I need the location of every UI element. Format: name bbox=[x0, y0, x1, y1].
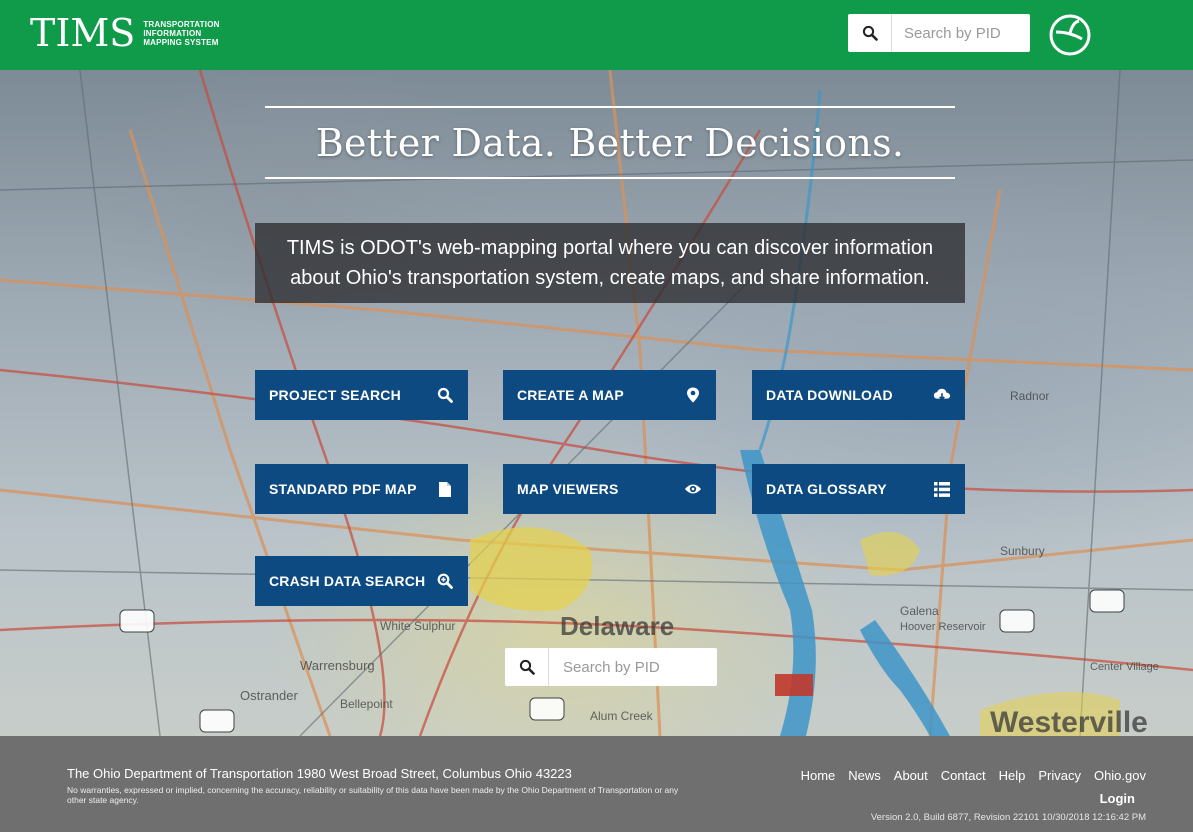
logo-subtitle: TRANSPORTATION INFORMATION MAPPING SYSTE… bbox=[143, 20, 219, 47]
crash-data-search-button[interactable]: CRASH DATA SEARCH bbox=[255, 556, 468, 606]
tagline-block: Better Data. Better Decisions. bbox=[265, 106, 955, 179]
intro-line: about Ohio's transportation system, crea… bbox=[290, 267, 930, 289]
intro-description: TIMS is ODOT's web-mapping portal where … bbox=[255, 223, 965, 303]
intro-line: TIMS is ODOT's web-mapping portal where … bbox=[286, 237, 934, 259]
tile-label: DATA DOWNLOAD bbox=[766, 387, 893, 403]
tile-label: DATA GLOSSARY bbox=[766, 481, 887, 497]
map-place-label: Delaware bbox=[560, 611, 674, 641]
map-place-label: Alum Creek bbox=[590, 709, 654, 723]
logo-sub-line: MAPPING SYSTEM bbox=[143, 37, 219, 47]
data-download-button[interactable]: DATA DOWNLOAD bbox=[752, 370, 965, 420]
map-place-label: Westerville bbox=[990, 706, 1148, 736]
map-place-label: White Sulphur bbox=[380, 619, 455, 633]
tile-label: STANDARD PDF MAP bbox=[269, 481, 417, 497]
footer-link-about[interactable]: About bbox=[894, 768, 928, 783]
top-header: TIMS TRANSPORTATION INFORMATION MAPPING … bbox=[0, 0, 1193, 70]
footer-link-news[interactable]: News bbox=[848, 768, 881, 783]
login-link[interactable]: Login bbox=[1100, 791, 1135, 806]
file-icon bbox=[436, 480, 454, 498]
tile-label: PROJECT SEARCH bbox=[269, 387, 401, 403]
map-place-label: Warrensburg bbox=[300, 658, 375, 673]
header-search-box bbox=[848, 14, 1030, 52]
hero-section: Delaware Warrensburg White Sulphur Ostra… bbox=[0, 70, 1193, 736]
map-place-label: Center Village bbox=[1090, 661, 1159, 673]
tile-label: CREATE A MAP bbox=[517, 387, 624, 403]
divider bbox=[265, 177, 955, 179]
map-place-label: Bellepoint bbox=[340, 697, 393, 711]
footer-link-privacy[interactable]: Privacy bbox=[1038, 768, 1081, 783]
header-pid-search-input[interactable] bbox=[892, 15, 1022, 51]
page-footer: The Ohio Department of Transportation 19… bbox=[0, 736, 1193, 832]
footer-info: The Ohio Department of Transportation 19… bbox=[67, 766, 707, 805]
footer-link-ohio-gov[interactable]: Ohio.gov bbox=[1094, 768, 1146, 783]
logo-sub-line: INFORMATION bbox=[143, 28, 202, 38]
footer-link-home[interactable]: Home bbox=[801, 768, 836, 783]
logo-sub-line: TRANSPORTATION bbox=[143, 19, 220, 29]
cloud-download-icon bbox=[933, 386, 951, 404]
map-place-label: Radnor bbox=[1010, 389, 1049, 403]
search-icon bbox=[436, 386, 454, 404]
footer-nav: Home News About Contact Help Privacy Ohi… bbox=[801, 768, 1146, 783]
standard-pdf-map-button[interactable]: STANDARD PDF MAP bbox=[255, 464, 468, 514]
hero-tagline: Better Data. Better Decisions. bbox=[315, 121, 905, 165]
map-place-label: Hoover Reservoir bbox=[900, 621, 986, 633]
map-marker-icon bbox=[684, 386, 702, 404]
eye-icon bbox=[684, 480, 702, 498]
list-icon bbox=[933, 480, 951, 498]
search-icon[interactable] bbox=[848, 14, 892, 52]
logo-wordmark: TIMS bbox=[30, 11, 136, 55]
data-glossary-button[interactable]: DATA GLOSSARY bbox=[752, 464, 965, 514]
project-search-button[interactable]: PROJECT SEARCH bbox=[255, 370, 468, 420]
version-info: Version 2.0, Build 6877, Revision 22101 … bbox=[870, 812, 1146, 823]
map-viewers-button[interactable]: MAP VIEWERS bbox=[503, 464, 716, 514]
tile-label: CRASH DATA SEARCH bbox=[269, 573, 426, 589]
tims-logo[interactable]: TIMS TRANSPORTATION INFORMATION MAPPING … bbox=[30, 14, 220, 52]
footer-address: The Ohio Department of Transportation 19… bbox=[67, 766, 572, 781]
footer-link-help[interactable]: Help bbox=[999, 768, 1026, 783]
hero-search-box bbox=[505, 648, 717, 686]
map-place-label: Ostrander bbox=[240, 688, 298, 703]
search-plus-icon bbox=[436, 572, 454, 590]
odot-logo-icon[interactable] bbox=[1048, 13, 1092, 57]
map-place-label: Sunbury bbox=[1000, 544, 1045, 558]
tile-label: MAP VIEWERS bbox=[517, 481, 619, 497]
footer-link-contact[interactable]: Contact bbox=[941, 768, 986, 783]
footer-disclaimer: No warranties, expressed or implied, con… bbox=[67, 785, 679, 805]
search-icon[interactable] bbox=[505, 648, 549, 686]
map-place-label: Galena bbox=[900, 604, 939, 618]
hero-pid-search-input[interactable] bbox=[549, 649, 709, 685]
create-a-map-button[interactable]: CREATE A MAP bbox=[503, 370, 716, 420]
